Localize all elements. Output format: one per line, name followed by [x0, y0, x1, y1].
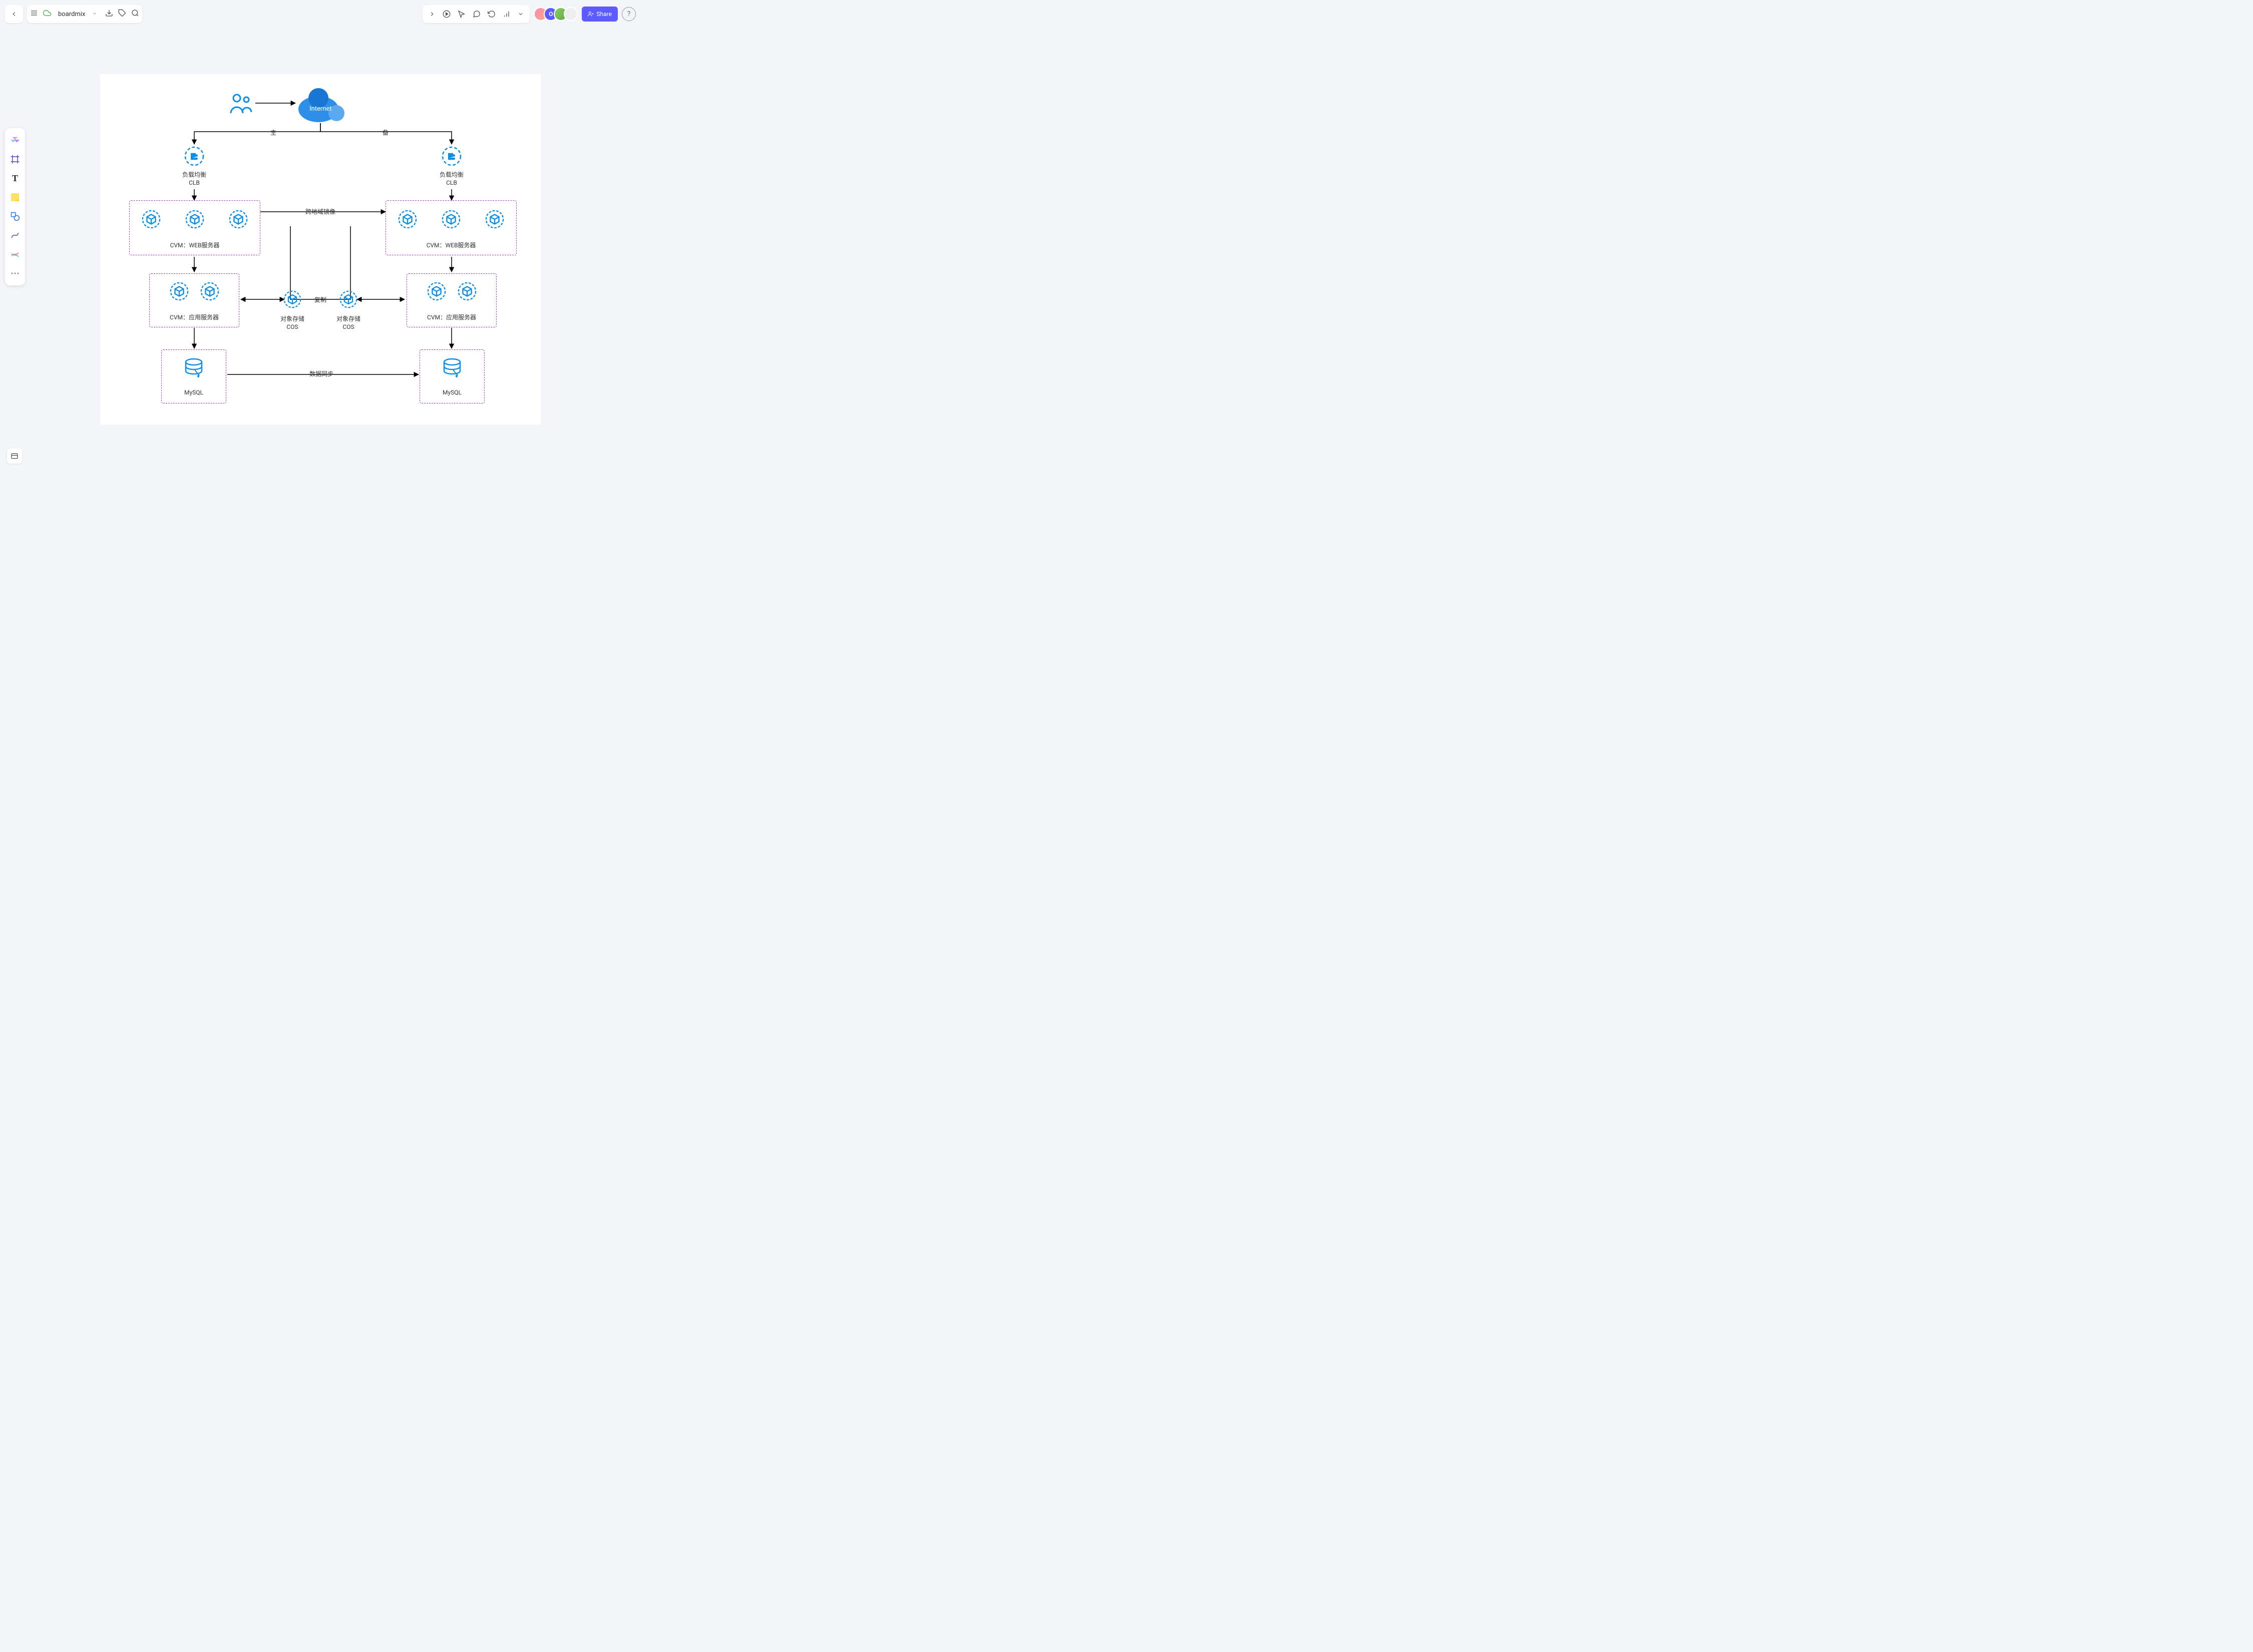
cvm-icon [442, 210, 461, 229]
sticky-note-tool-icon[interactable] [7, 189, 23, 205]
chevron-right-icon[interactable] [429, 11, 436, 18]
top-tools-group [423, 5, 530, 23]
cvm-icon [229, 210, 248, 229]
side-toolbar: T [5, 128, 25, 285]
clb-right-label-2: CLB [438, 179, 466, 186]
cos-right-icon[interactable] [339, 290, 357, 310]
share-button[interactable]: Share [582, 7, 618, 22]
avatar-group[interactable]: O [534, 7, 578, 21]
brand-name[interactable]: boardmix [56, 11, 87, 18]
web-left-label: CVM：WEB服务器 [130, 241, 260, 249]
data-sync-label: 数据同步 [309, 369, 333, 378]
app-servers-left-box[interactable]: CVM：应用服务器 [149, 273, 239, 327]
cvm-icon [142, 210, 161, 229]
svg-text:E:: E: [191, 152, 198, 161]
web-servers-right-box[interactable]: CVM：WEB服务器 [386, 200, 517, 255]
menu-icon[interactable] [30, 9, 38, 19]
app-servers-right-box[interactable]: CVM：应用服务器 [407, 273, 497, 327]
cross-region-label: 跨地域镜像 [305, 207, 335, 216]
users-icon[interactable] [229, 93, 253, 116]
cvm-icon [200, 282, 219, 301]
cvm-icon [485, 210, 504, 229]
svg-text:E:: E: [448, 152, 455, 161]
database-icon [183, 357, 205, 379]
cvm-icon [398, 210, 417, 229]
web-servers-left-box[interactable]: CVM：WEB服务器 [129, 200, 260, 255]
cvm-icon [458, 282, 477, 301]
cos-right-label-1: 对象存储 [334, 314, 362, 323]
cos-left-icon[interactable] [283, 290, 301, 310]
templates-tool-icon[interactable] [7, 132, 23, 148]
primary-label: 主 [270, 128, 276, 137]
search-icon[interactable] [131, 9, 139, 19]
cvm-icon [185, 210, 204, 229]
canvas[interactable]: Internet 主 备 E: 负载均衡 CLB E: 负载均衡 CLB CVM… [100, 74, 541, 425]
mysql-right-box[interactable]: MySQL [420, 349, 485, 403]
history-icon[interactable] [488, 10, 496, 18]
cos-left-label-2: COS [278, 323, 306, 330]
cvm-icon [427, 282, 446, 301]
standby-label: 备 [383, 128, 389, 137]
database-icon [441, 357, 463, 379]
chart-icon[interactable] [503, 10, 511, 18]
cvm-icon [170, 282, 189, 301]
text-tool-icon[interactable]: T [7, 170, 23, 186]
tag-icon[interactable] [118, 9, 126, 19]
app-left-label: CVM：应用服务器 [150, 313, 239, 321]
avatar[interactable] [564, 7, 578, 21]
message-icon[interactable] [473, 10, 481, 18]
web-right-label: CVM：WEB服务器 [386, 241, 516, 249]
app-right-label: CVM：应用服务器 [407, 313, 496, 321]
clb-right-icon[interactable]: E: [442, 146, 462, 168]
cloud-icon [43, 9, 51, 19]
clb-right-label-1: 负载均衡 [438, 170, 466, 179]
clb-left-icon[interactable]: E: [184, 146, 204, 168]
pages-button[interactable] [7, 449, 22, 464]
clb-left-label-1: 负载均衡 [180, 170, 208, 179]
help-button[interactable]: ? [622, 7, 636, 21]
download-icon[interactable] [105, 9, 113, 19]
back-button[interactable] [5, 5, 23, 23]
more-chevron-icon[interactable] [518, 11, 524, 17]
shape-tool-icon[interactable] [7, 208, 23, 224]
cursor-icon[interactable] [458, 10, 466, 18]
play-icon[interactable] [443, 10, 451, 18]
more-tools-icon[interactable] [7, 265, 23, 281]
clb-left-label-2: CLB [180, 179, 208, 186]
file-menu-group: boardmix [27, 5, 142, 23]
internet-label: Internet [309, 105, 332, 113]
curve-tool-icon[interactable] [7, 227, 23, 243]
chevron-down-icon[interactable] [92, 11, 97, 18]
mysql-left-label: MySQL [162, 389, 226, 396]
internet-cloud-icon[interactable]: Internet [296, 87, 346, 125]
replicate-label: 复制 [314, 295, 326, 304]
share-label: Share [596, 11, 612, 18]
cos-right-label-2: COS [334, 323, 362, 330]
mysql-left-box[interactable]: MySQL [161, 349, 226, 403]
connector-tool-icon[interactable] [7, 246, 23, 262]
mysql-right-label: MySQL [420, 389, 484, 396]
frame-tool-icon[interactable] [7, 151, 23, 167]
cos-left-label-1: 对象存储 [278, 314, 306, 323]
